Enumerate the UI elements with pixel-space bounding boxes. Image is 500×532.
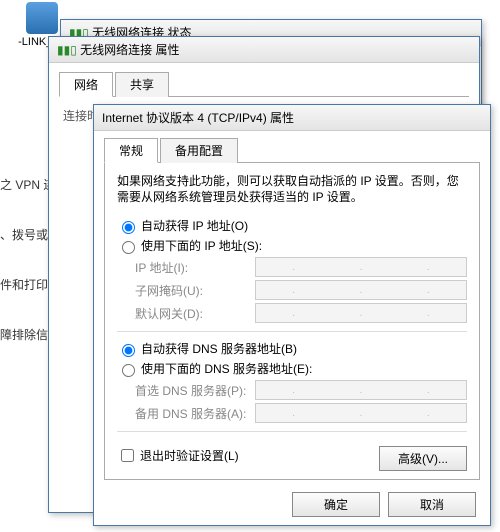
dns-pref-field: ... xyxy=(255,380,467,400)
radio-dns-auto-label: 自动获得 DNS 服务器地址(B) xyxy=(141,340,297,357)
subnet-mask-field: ... xyxy=(255,280,467,300)
ok-button[interactable]: 确定 xyxy=(292,492,380,517)
titlebar[interactable]: ▮▮▯ 无线网络连接 属性 xyxy=(49,37,479,63)
tab-network[interactable]: 网络 xyxy=(59,72,113,97)
ip-address-label: IP 地址(I): xyxy=(135,259,255,276)
tabstrip: 网络 共享 xyxy=(59,71,469,97)
radio-dns-manual[interactable] xyxy=(122,364,135,377)
radio-ip-manual[interactable] xyxy=(122,241,135,254)
radio-ip-auto-label: 自动获得 IP 地址(O) xyxy=(141,217,248,234)
titlebar[interactable]: Internet 协议版本 4 (TCP/IPv4) 属性 xyxy=(94,105,490,131)
ip-address-field: ... xyxy=(255,257,467,277)
dialog-buttons: 确定 取消 xyxy=(94,482,490,527)
tab-sharing[interactable]: 共享 xyxy=(115,72,169,97)
window-title: Internet 协议版本 4 (TCP/IPv4) 属性 xyxy=(102,111,294,125)
tab-general[interactable]: 常规 xyxy=(104,138,158,163)
radio-ip-auto[interactable] xyxy=(122,221,135,234)
checkbox-validate-on-exit[interactable] xyxy=(121,449,134,462)
network-icon xyxy=(26,2,58,34)
tab-content-general: 如果网络支持此功能，则可以获取自动指派的 IP 设置。否则，您需要从网络系统管理… xyxy=(104,163,480,480)
radio-dns-manual-label: 使用下面的 DNS 服务器地址(E): xyxy=(141,360,312,377)
window-ipv4-properties: Internet 协议版本 4 (TCP/IPv4) 属性 常规 备用配置 如果… xyxy=(93,104,491,526)
advanced-button[interactable]: 高级(V)... xyxy=(379,446,467,471)
gateway-label: 默认网关(D): xyxy=(135,305,255,322)
dns-alt-field: ... xyxy=(255,403,467,423)
dns-alt-label: 备用 DNS 服务器(A): xyxy=(135,405,255,422)
radio-ip-manual-label: 使用下面的 IP 地址(S): xyxy=(141,237,262,254)
window-title: 无线网络连接 属性 xyxy=(80,43,179,57)
radio-dns-auto[interactable] xyxy=(122,344,135,357)
subnet-mask-label: 子网掩码(U): xyxy=(135,282,255,299)
signal-icon: ▮▮▯ xyxy=(57,43,77,57)
validate-on-exit-label: 退出时验证设置(L) xyxy=(140,447,239,464)
dns-pref-label: 首选 DNS 服务器(P): xyxy=(135,382,255,399)
help-text: 如果网络支持此功能，则可以获取自动指派的 IP 设置。否则，您需要从网络系统管理… xyxy=(117,173,467,205)
gateway-field: ... xyxy=(255,303,467,323)
tabstrip: 常规 备用配置 xyxy=(104,137,480,163)
tab-alternate[interactable]: 备用配置 xyxy=(160,138,238,163)
cancel-button[interactable]: 取消 xyxy=(388,492,476,517)
